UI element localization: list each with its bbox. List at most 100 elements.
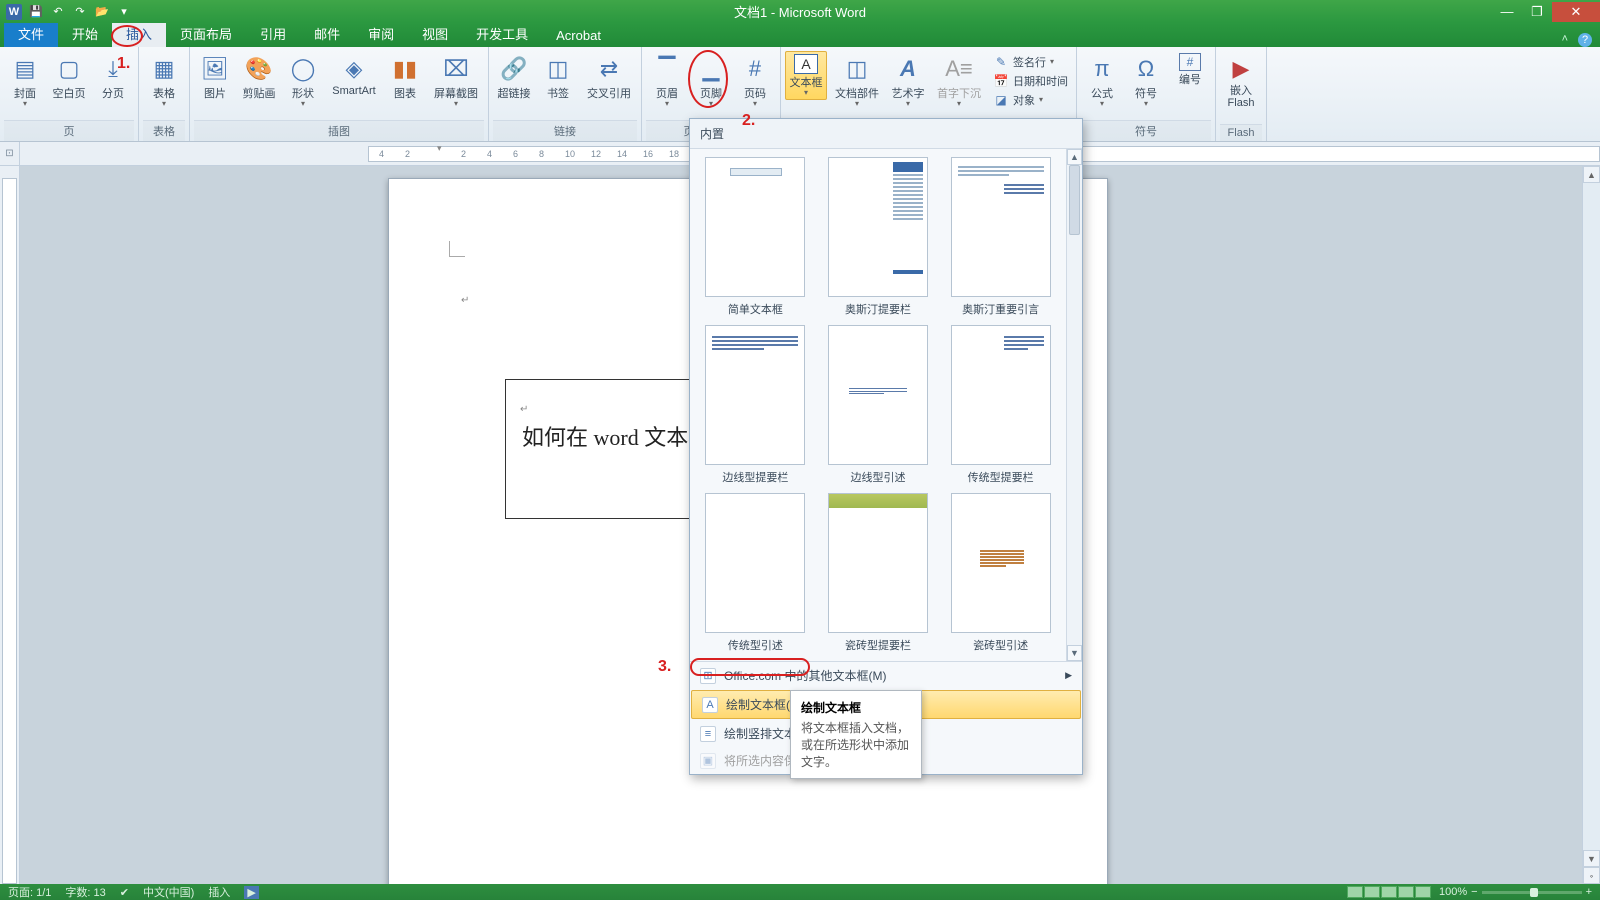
shapes-button[interactable]: ◯形状▾ xyxy=(282,51,324,110)
cover-page-icon: ▤ xyxy=(9,53,41,85)
gallery-item-traditional-quote[interactable]: 传统型引述 xyxy=(698,493,813,653)
scroll-up-icon[interactable]: ▲ xyxy=(1583,166,1600,183)
bookmark-icon: ◫ xyxy=(542,53,574,85)
draw-textbox-icon: A xyxy=(702,697,718,713)
qat-more-icon[interactable]: ▾ xyxy=(116,4,132,20)
tooltip: 绘制文本框 将文本框插入文档，或在所选形状中添加文字。 xyxy=(790,690,922,779)
status-mode[interactable]: 插入 xyxy=(208,884,230,900)
gallery-item-austin-sidebar[interactable]: 奥斯汀提要栏 xyxy=(821,157,936,317)
datetime-button[interactable]: 📅日期和时间 xyxy=(989,72,1072,90)
save-selection-icon: ▣ xyxy=(700,753,716,769)
save-icon[interactable]: 💾 xyxy=(28,4,44,20)
vertical-scrollbar[interactable]: ▲ ▼ ◦ xyxy=(1582,166,1600,884)
zoom-out-icon[interactable]: − xyxy=(1471,886,1477,898)
tab-layout[interactable]: 页面布局 xyxy=(166,20,246,47)
gallery-item-traditional-sidebar[interactable]: 传统型提要栏 xyxy=(943,325,1058,485)
gallery-item-tile-sidebar[interactable]: 瓷砖型提要栏 xyxy=(821,493,936,653)
title-bar: W 💾 ↶ ↷ 📂 ▾ 文档1 - Microsoft Word — ❐ ✕ xyxy=(0,0,1600,23)
scroll-down-icon[interactable]: ▼ xyxy=(1067,645,1082,661)
tab-references[interactable]: 引用 xyxy=(246,20,300,47)
symbol-icon: Ω xyxy=(1130,53,1162,85)
cover-page-button[interactable]: ▤封面▾ xyxy=(4,51,46,110)
smartart-button[interactable]: ◈SmartArt xyxy=(326,51,382,99)
shapes-icon: ◯ xyxy=(287,53,319,85)
maximize-button[interactable]: ❐ xyxy=(1522,2,1552,22)
blank-page-button[interactable]: ▢空白页 xyxy=(48,51,90,103)
annotation-circle-1 xyxy=(111,25,143,47)
gallery-scrollbar[interactable]: ▲ ▼ xyxy=(1066,149,1082,661)
chart-button[interactable]: ▮▮图表 xyxy=(384,51,426,103)
cross-ref-button[interactable]: ⇄交叉引用 xyxy=(581,51,637,103)
hyperlink-button[interactable]: 🔗超链接 xyxy=(493,51,535,103)
tab-home[interactable]: 开始 xyxy=(58,20,112,47)
gallery-item-tile-quote[interactable]: 瓷砖型引述 xyxy=(943,493,1058,653)
gallery-grid: 简单文本框 奥斯汀提要栏 奥斯汀重要引言 边线型提要栏 边线型引述 传统型提要栏… xyxy=(690,149,1066,661)
zoom-slider[interactable] xyxy=(1482,891,1582,894)
view-buttons[interactable] xyxy=(1347,886,1431,898)
vertical-ruler[interactable] xyxy=(0,166,20,884)
group-illustrations: 🖼图片 🎨剪贴画 ◯形状▾ ◈SmartArt ▮▮图表 ⌧屏幕截图▾ 插图 xyxy=(190,47,489,141)
ruler-corner[interactable]: ⊡ xyxy=(0,142,20,165)
app-icon: W xyxy=(6,4,22,20)
tab-developer[interactable]: 开发工具 xyxy=(462,20,542,47)
tooltip-body: 将文本框插入文档，或在所选形状中添加文字。 xyxy=(801,720,911,770)
status-proofing-icon[interactable]: ✔ xyxy=(120,886,129,899)
table-button[interactable]: ▦表格▾ xyxy=(143,51,185,110)
ribbon-tabs: 文件 开始 插入 页面布局 引用 邮件 审阅 视图 开发工具 Acrobat ˄… xyxy=(0,23,1600,47)
redo-icon[interactable]: ↷ xyxy=(72,4,88,20)
equation-button[interactable]: π公式▾ xyxy=(1081,51,1123,110)
scrollbar-thumb[interactable] xyxy=(1069,165,1080,235)
page-number-icon: # xyxy=(739,53,771,85)
picture-button[interactable]: 🖼图片 xyxy=(194,51,236,103)
undo-icon[interactable]: ↶ xyxy=(50,4,66,20)
page-nav-icon[interactable]: ◦ xyxy=(1583,867,1600,884)
cross-ref-icon: ⇄ xyxy=(593,53,625,85)
tooltip-title: 绘制文本框 xyxy=(801,699,911,716)
clipart-button[interactable]: 🎨剪贴画 xyxy=(238,51,280,103)
page-number-button[interactable]: #页码▾ xyxy=(734,51,776,110)
status-language[interactable]: 中文(中国) xyxy=(143,884,194,900)
scroll-down-icon[interactable]: ▼ xyxy=(1583,850,1600,867)
quick-parts-button[interactable]: ◫文档部件▾ xyxy=(829,51,885,110)
symbol-button[interactable]: Ω符号▾ xyxy=(1125,51,1167,110)
group-label: Flash xyxy=(1220,124,1262,141)
tab-review[interactable]: 审阅 xyxy=(354,20,408,47)
group-label: 链接 xyxy=(493,120,637,141)
minimize-button[interactable]: — xyxy=(1492,2,1522,22)
gallery-item-border-sidebar[interactable]: 边线型提要栏 xyxy=(698,325,813,485)
gallery-item-austin-quote[interactable]: 奥斯汀重要引言 xyxy=(943,157,1058,317)
scroll-up-icon[interactable]: ▲ xyxy=(1067,149,1082,165)
textbox-button[interactable]: A文本框▾ xyxy=(785,51,827,100)
number-icon: # xyxy=(1179,53,1201,71)
tab-view[interactable]: 视图 xyxy=(408,20,462,47)
ribbon-minimize-icon[interactable]: ˄ xyxy=(1562,33,1568,47)
object-button[interactable]: ◪对象 ▾ xyxy=(989,91,1072,109)
margin-indicator xyxy=(449,241,465,257)
bookmark-button[interactable]: ◫书签 xyxy=(537,51,579,103)
zoom-in-icon[interactable]: + xyxy=(1586,886,1592,898)
status-words[interactable]: 字数: 13 xyxy=(65,884,105,900)
group-flash: ▶嵌入 Flash Flash xyxy=(1216,47,1267,141)
group-tables: ▦表格▾ 表格 xyxy=(139,47,190,141)
number-button[interactable]: #编号 xyxy=(1169,51,1211,89)
wordart-button[interactable]: A艺术字▾ xyxy=(887,51,929,110)
help-icon[interactable]: ? xyxy=(1578,33,1592,47)
zoom-control[interactable]: 100% − + xyxy=(1439,886,1592,898)
dropcap-button[interactable]: A≡首字下沉▾ xyxy=(931,51,987,110)
tab-file[interactable]: 文件 xyxy=(4,20,58,47)
status-macro-icon[interactable]: ▶ xyxy=(244,886,258,899)
paragraph-mark: ↵ xyxy=(461,295,469,306)
tab-acrobat[interactable]: Acrobat xyxy=(542,24,615,47)
close-button[interactable]: ✕ xyxy=(1552,2,1600,22)
header-button[interactable]: ▔页眉▾ xyxy=(646,51,688,110)
tab-mailings[interactable]: 邮件 xyxy=(300,20,354,47)
signature-button[interactable]: ✎签名行 ▾ xyxy=(989,53,1072,71)
gallery-item-simple[interactable]: 简单文本框 xyxy=(698,157,813,317)
clipart-icon: 🎨 xyxy=(243,53,275,85)
gallery-item-border-quote[interactable]: 边线型引述 xyxy=(821,325,936,485)
screenshot-button[interactable]: ⌧屏幕截图▾ xyxy=(428,51,484,110)
flash-button[interactable]: ▶嵌入 Flash xyxy=(1220,51,1262,111)
zoom-level[interactable]: 100% xyxy=(1439,886,1467,898)
status-page[interactable]: 页面: 1/1 xyxy=(8,884,51,900)
open-icon[interactable]: 📂 xyxy=(94,4,110,20)
